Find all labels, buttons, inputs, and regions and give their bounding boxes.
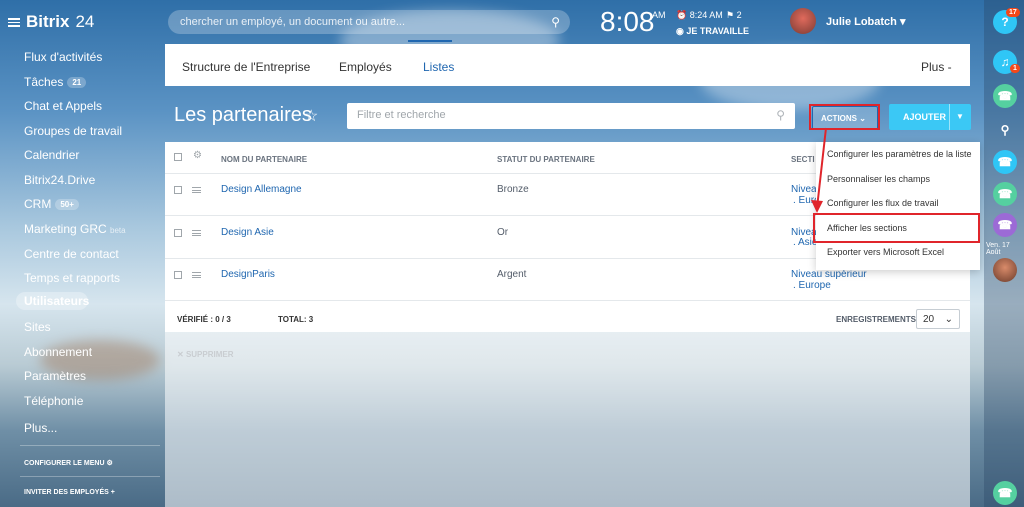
phone-icon[interactable]: ☎ <box>993 182 1017 206</box>
search-icon[interactable]: ⚲ <box>993 118 1017 142</box>
phone-icon[interactable]: ☎ <box>993 481 1017 505</box>
phone-icon[interactable]: ☎ <box>993 150 1017 174</box>
annotation-arrow <box>811 127 827 213</box>
telephony-icon[interactable]: ☎ <box>993 84 1017 108</box>
avatar[interactable] <box>993 258 1017 282</box>
recent-date: Ven. 17 Août <box>986 242 1010 256</box>
help-badge: 17 <box>1006 8 1020 17</box>
notification-badge: 1 <box>1010 64 1020 73</box>
phone-icon[interactable]: ☎ <box>993 213 1017 237</box>
